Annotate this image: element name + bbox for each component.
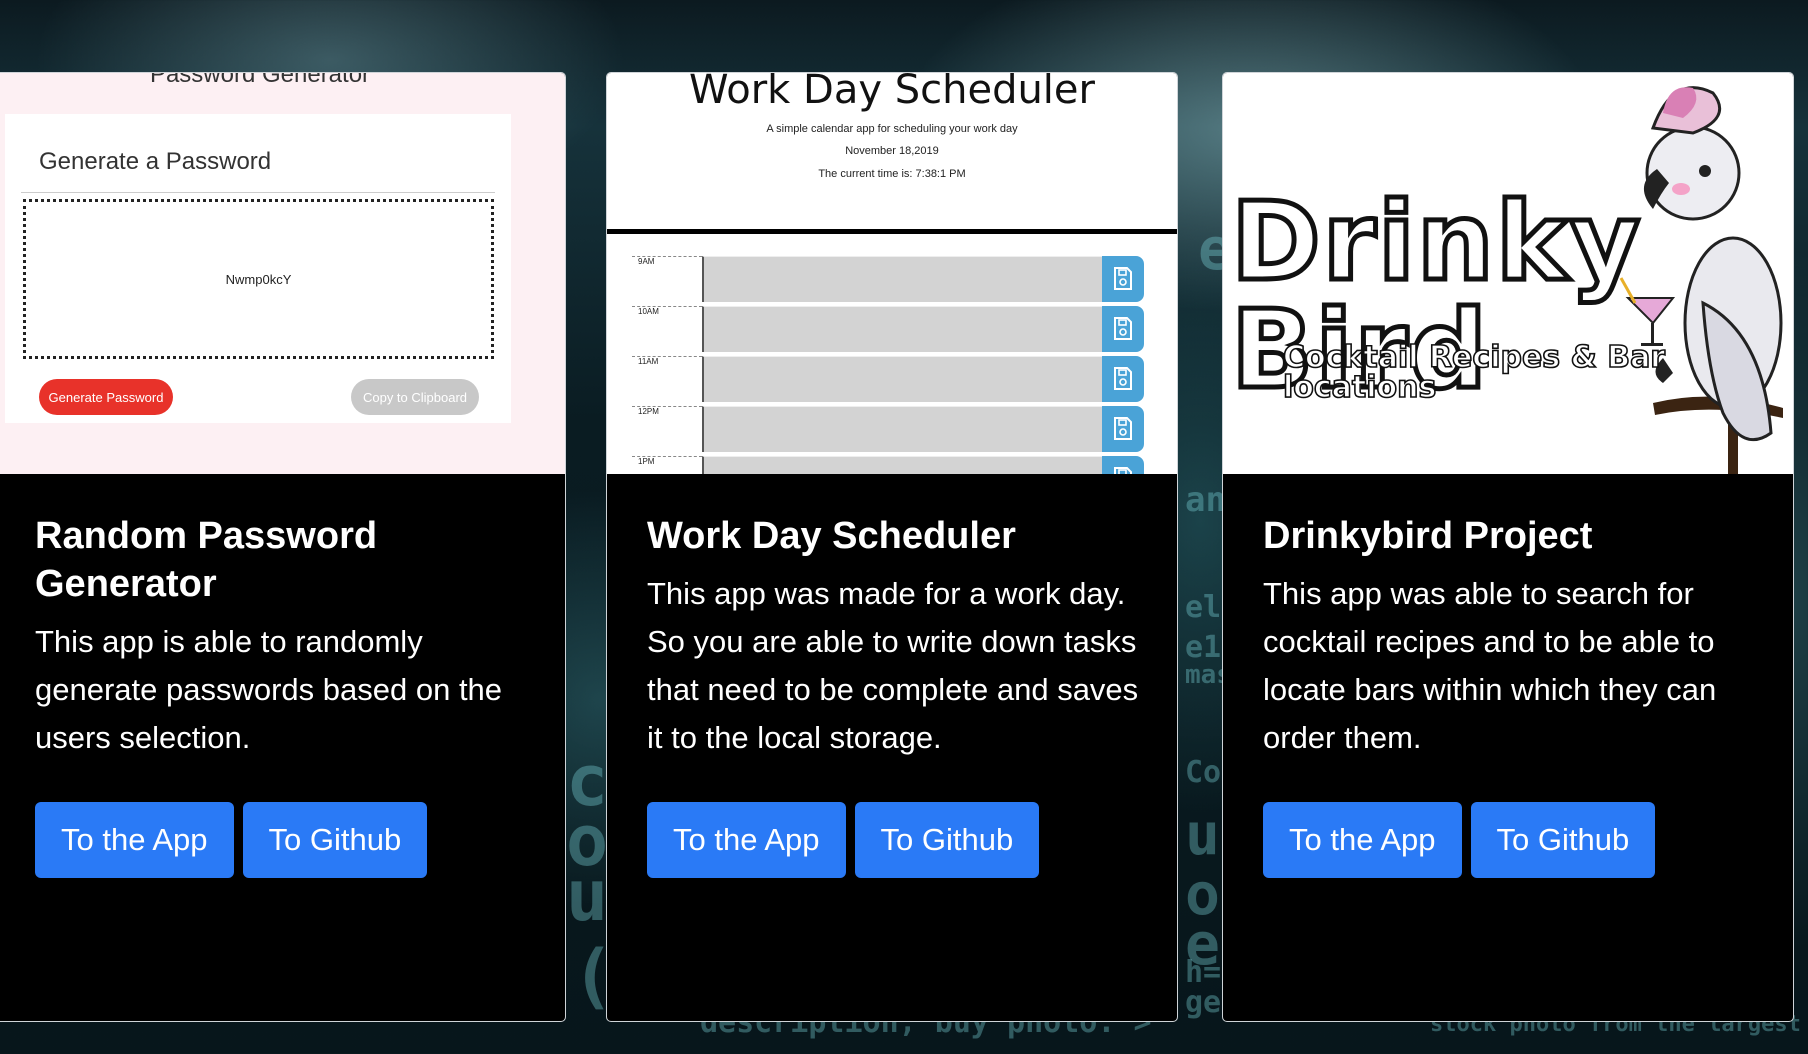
- save-icon: [1102, 406, 1144, 452]
- thumb-date: November 18,2019: [845, 145, 939, 157]
- divider: [21, 192, 495, 193]
- to-github-button[interactable]: To Github: [242, 802, 428, 878]
- thumb-time-block: 10AM: [632, 306, 1144, 353]
- thumb-slot: [702, 406, 1102, 452]
- card-actions: To the App To Github: [1263, 802, 1755, 878]
- card-body: Random Password Generator This app is ab…: [35, 474, 527, 878]
- card-title: Random Password Generator: [35, 515, 378, 605]
- project-card-password: Password Generator Generate a Password N…: [0, 72, 566, 1022]
- card-title: Work Day Scheduler: [647, 515, 1016, 557]
- card-description: This app was able to search for cocktail…: [1263, 576, 1717, 755]
- save-icon: [1102, 256, 1144, 302]
- to-github-button[interactable]: To Github: [1470, 802, 1656, 878]
- to-github-button[interactable]: To Github: [854, 802, 1040, 878]
- thumb-hour-label: 10AM: [632, 306, 702, 353]
- card-actions: To the App To Github: [647, 802, 1139, 878]
- thumb-hour-label: 1PM: [632, 456, 702, 474]
- thumb-time: The current time is: 7:38:1 PM: [818, 168, 966, 180]
- thumb-slot: [702, 256, 1102, 302]
- thumb-time-block: 11AM: [632, 356, 1144, 403]
- save-icon: [1102, 356, 1144, 402]
- thumb-subtitle: A simple calendar app for scheduling you…: [766, 123, 1018, 135]
- thumb-hour-label: 9AM: [632, 256, 702, 303]
- to-the-app-button[interactable]: To the App: [647, 802, 846, 878]
- thumb-hour-label: 11AM: [632, 356, 702, 403]
- thumb-time-block: 9AM: [632, 256, 1144, 303]
- to-the-app-button[interactable]: To the App: [35, 802, 234, 878]
- project-thumbnail: Drinky Bird Cocktail Recipes & Bar locat…: [1223, 73, 1793, 474]
- card-title: Drinkybird Project: [1263, 515, 1593, 557]
- thumb-hour-label: 12PM: [632, 406, 702, 453]
- thumb-time-block: 1PM: [632, 456, 1144, 474]
- card-body: Work Day Scheduler This app was made for…: [647, 474, 1139, 878]
- project-thumbnail: Work Day Scheduler A simple calendar app…: [607, 73, 1177, 474]
- save-icon: [1102, 306, 1144, 352]
- card-body: Drinkybird Project This app was able to …: [1263, 474, 1755, 878]
- thumb-heading: Generate a Password: [39, 148, 272, 175]
- thumb-page-title: Work Day Scheduler: [689, 73, 1095, 113]
- logo-tagline: Cocktail Recipes & Bar locations: [1282, 340, 1666, 405]
- thumb-slot: [702, 456, 1102, 474]
- to-the-app-button[interactable]: To the App: [1263, 802, 1462, 878]
- card-actions: To the App To Github: [35, 802, 527, 878]
- thumb-generate-button: Generate Password: [39, 379, 173, 415]
- thumb-password-text: Nwmp0kcY: [225, 271, 292, 287]
- thumb-panel: Generate a Password Nwmp0kcY Generate Pa…: [5, 114, 511, 423]
- thumb-slot: [702, 306, 1102, 352]
- project-card-scheduler: Work Day Scheduler A simple calendar app…: [606, 72, 1178, 1022]
- divider: [607, 229, 1177, 234]
- thumb-time-block: 12PM: [632, 406, 1144, 453]
- save-icon: [1102, 456, 1144, 474]
- card-description: This app is able to randomly generate pa…: [35, 624, 503, 755]
- project-card-drinkybird: Drinky Bird Cocktail Recipes & Bar locat…: [1222, 72, 1794, 1022]
- card-description: This app was made for a work day. So you…: [647, 576, 1139, 755]
- bg-glyph: Co: [1185, 755, 1222, 790]
- thumb-slot: [702, 356, 1102, 402]
- thumb-copy-button: Copy to Clipboard: [351, 379, 479, 415]
- thumb-password-box: Nwmp0kcY: [23, 199, 494, 359]
- thumb-page-title: Password Generator: [149, 73, 371, 88]
- project-thumbnail: Password Generator Generate a Password N…: [0, 73, 565, 474]
